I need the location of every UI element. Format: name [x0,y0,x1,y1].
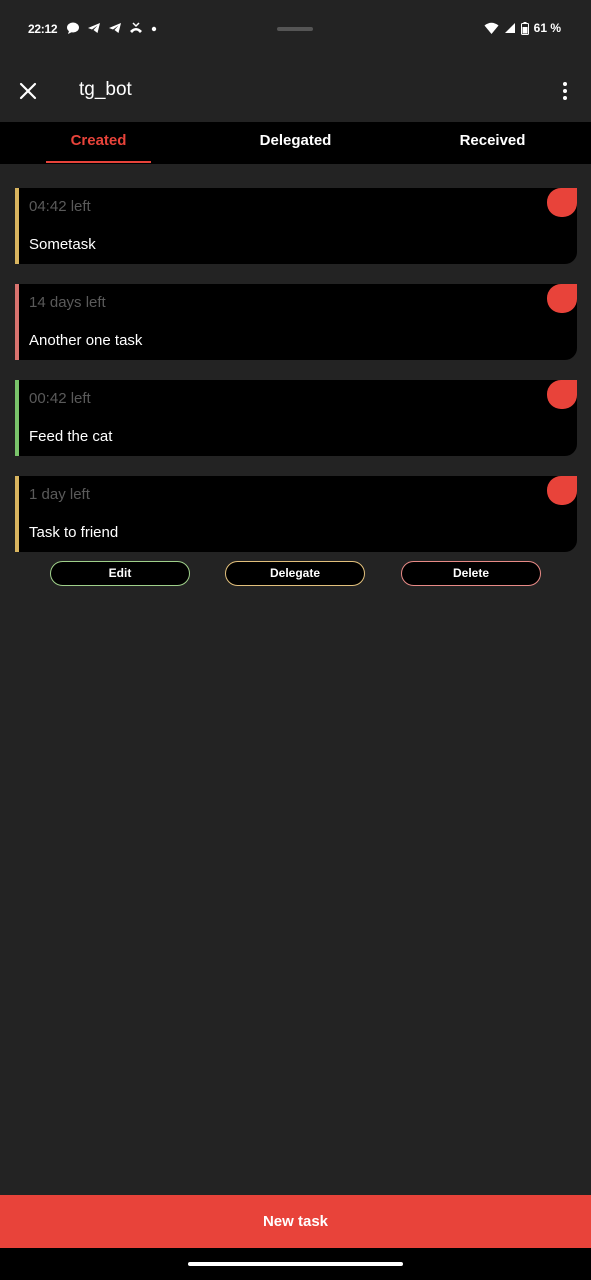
task-status-badge [547,380,577,409]
tab-received[interactable]: Received [394,122,591,164]
missed-call-icon [130,22,142,33]
task-card[interactable]: 00:42 left Feed the cat [15,380,577,456]
app-title: tg_bot [79,79,132,100]
task-actions: Edit Delegate Delete [50,561,542,586]
task-time-left: 00:42 left [29,390,91,407]
wifi-icon [484,22,499,34]
task-accent-bar [15,188,19,264]
task-card[interactable]: 14 days left Another one task [15,284,577,360]
chat-icon [67,22,79,34]
home-indicator[interactable] [188,1262,403,1266]
drag-handle[interactable] [277,27,313,31]
task-title: Task to friend [29,524,119,541]
more-vert-icon [563,82,567,100]
new-task-button[interactable]: New task [0,1195,591,1248]
tab-created[interactable]: Created [0,122,197,164]
notification-icons [66,21,158,35]
battery-percent: 61 % [533,21,561,35]
signal-icon [504,23,515,33]
dot-icon [151,26,157,32]
more-options-button[interactable] [553,79,577,103]
task-title: Feed the cat [29,428,113,445]
active-tab-indicator [46,161,151,163]
delegate-button[interactable]: Delegate [225,561,365,586]
task-time-left: 14 days left [29,294,106,311]
system-nav-bar [0,1248,591,1280]
task-status-badge [547,476,577,505]
task-time-left: 04:42 left [29,198,91,215]
task-card[interactable]: 1 day left Task to friend [15,476,577,552]
task-accent-bar [15,380,19,456]
task-title: Sometask [29,236,96,253]
task-list: 04:42 left Sometask 14 days left Another… [15,188,577,572]
battery-icon [520,21,529,35]
telegram-icon [109,23,121,33]
task-time-left: 1 day left [29,486,90,503]
delete-button[interactable]: Delete [401,561,541,586]
task-accent-bar [15,284,19,360]
app-bar: tg_bot [0,60,591,122]
tab-bar: Created Delegated Received [0,122,591,164]
telegram-icon [88,23,100,33]
close-icon [19,82,37,100]
task-status-badge [547,284,577,313]
task-status-badge [547,188,577,217]
task-accent-bar [15,476,19,552]
status-right: 61 % [484,21,561,35]
edit-button[interactable]: Edit [50,561,190,586]
close-button[interactable] [16,79,40,103]
status-bar: 22:12 61 % [0,0,591,60]
tab-delegated[interactable]: Delegated [197,122,394,164]
status-time: 22:12 [28,22,58,36]
task-card[interactable]: 04:42 left Sometask [15,188,577,264]
task-title: Another one task [29,332,143,349]
